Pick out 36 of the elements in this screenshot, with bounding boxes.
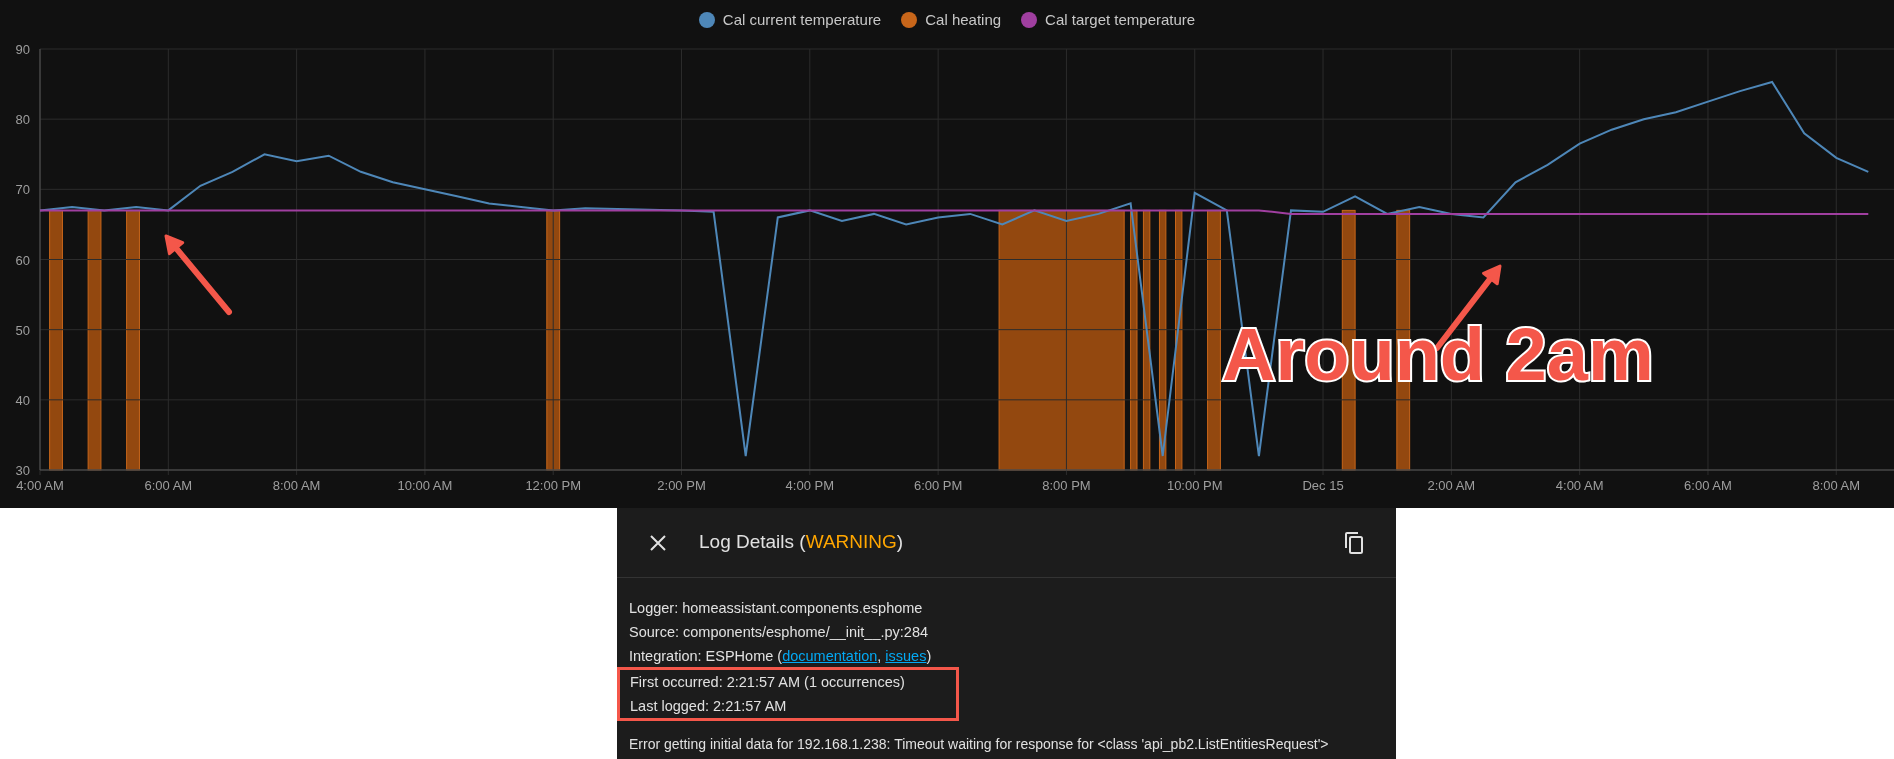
x-axis-label: 6:00 AM <box>1684 478 1732 493</box>
x-axis-label: 4:00 AM <box>16 478 64 493</box>
log-detail-line: Logger: homeassistant.components.esphome <box>629 599 924 618</box>
detail-link[interactable]: issues <box>885 648 927 664</box>
legend-label: Cal current temperature <box>722 9 882 30</box>
legend-label: Cal target temperature <box>1045 9 1196 30</box>
log-message: Error getting initial data for 192.168.1.238: Timeout waiting for response for <class 'api_pb2.ListEntitiesRequest'> <box>629 735 1330 754</box>
x-axis-label: 8:00 AM <box>1812 478 1861 493</box>
log-detail-line: Last logged: 2:21:57 AM <box>630 697 788 716</box>
x-axis-label: 10:00 PM <box>1166 478 1223 493</box>
y-axis-label: 40 <box>15 392 30 408</box>
log-detail-line: Source: components/esphome/__init__.py:284 <box>629 623 930 642</box>
close-icon <box>649 533 667 552</box>
y-axis-label: 50 <box>15 322 30 338</box>
y-axis-label: 90 <box>15 42 30 57</box>
dialog-title: Log Details (WARNING) <box>699 530 905 555</box>
y-axis-label: 60 <box>15 252 30 268</box>
arrow-icon <box>164 234 232 315</box>
x-axis-label: 2:00 AM <box>1427 478 1476 493</box>
x-axis-label: Dec 15 <box>1302 478 1344 493</box>
x-axis-label: 8:00 PM <box>1042 478 1091 493</box>
y-axis-label: 70 <box>15 182 30 198</box>
log-detail-line: Integration: ESPHome (documentation, issues) <box>629 647 933 666</box>
x-axis-label: 2:00 PM <box>657 478 706 493</box>
y-axis-label: 80 <box>15 112 30 128</box>
x-axis-label: 12:00 PM <box>525 478 582 493</box>
x-axis-label: 6:00 PM <box>913 478 963 493</box>
x-axis-label: 4:00 PM <box>785 478 835 493</box>
x-axis-label: 10:00 AM <box>397 478 453 493</box>
x-axis-label: 4:00 AM <box>1555 478 1604 493</box>
x-axis-label: 8:00 AM <box>272 478 321 493</box>
x-axis-label: 6:00 AM <box>144 478 193 493</box>
copy-icon <box>1344 530 1364 555</box>
y-axis-label: 30 <box>15 463 30 478</box>
legend-label: Cal heating <box>925 9 1002 30</box>
log-detail-line: First occurred: 2:21:57 AM (1 occurrences) <box>630 673 906 692</box>
